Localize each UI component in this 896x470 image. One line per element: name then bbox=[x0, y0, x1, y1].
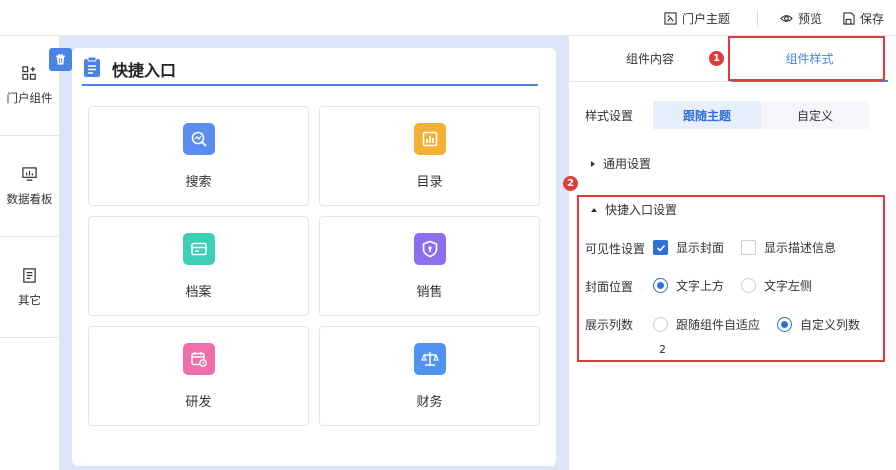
components-icon bbox=[22, 66, 36, 80]
checkbox-unchecked-icon bbox=[741, 240, 756, 255]
auto-fit-columns-radio[interactable]: 跟随组件自适应 bbox=[653, 316, 760, 333]
nav-label: 门户组件 bbox=[6, 91, 53, 105]
visibility-label: 可见性设置 bbox=[585, 242, 646, 256]
bar-chart-icon bbox=[414, 123, 446, 155]
radio-label: 文字上方 bbox=[676, 279, 725, 293]
theme-icon bbox=[664, 11, 677, 25]
cover-left-of-text-radio[interactable]: 文字左侧 bbox=[741, 277, 812, 294]
style-mode-switch: 跟随主题 自定义 bbox=[653, 101, 869, 129]
portal-theme-button[interactable]: 门户主题 bbox=[664, 9, 730, 27]
custom-columns-radio[interactable]: 自定义列数 bbox=[777, 316, 860, 333]
tile-label: 财务 bbox=[416, 395, 443, 410]
caret-down-icon bbox=[591, 207, 597, 212]
quick-entry-tile[interactable]: 销售 bbox=[319, 216, 540, 316]
radio-unselected-icon bbox=[741, 278, 756, 293]
radio-label: 文字左侧 bbox=[764, 279, 813, 293]
section-label: 通用设置 bbox=[603, 157, 652, 171]
tile-label: 档案 bbox=[185, 285, 212, 300]
dashboard-icon bbox=[22, 167, 37, 181]
tile-label: 销售 bbox=[416, 285, 443, 300]
left-navigation: 门户组件 数据看板 其它 bbox=[0, 36, 60, 470]
quick-entry-tile[interactable]: 档案 bbox=[88, 216, 309, 316]
nav-label: 其它 bbox=[18, 293, 41, 307]
trash-icon bbox=[55, 54, 66, 65]
nav-item-other[interactable]: 其它 bbox=[0, 238, 59, 338]
radio-unselected-icon bbox=[653, 317, 668, 332]
document-icon bbox=[23, 268, 36, 283]
follow-theme-option[interactable]: 跟随主题 bbox=[653, 101, 761, 129]
show-cover-checkbox[interactable]: 显示封面 bbox=[653, 239, 724, 256]
step-badge-1: 1 bbox=[709, 51, 724, 66]
nav-item-data-dashboard[interactable]: 数据看板 bbox=[0, 137, 59, 237]
radio-selected-icon bbox=[777, 317, 792, 332]
preview-label: 预览 bbox=[798, 11, 823, 26]
delete-widget-button[interactable] bbox=[49, 48, 72, 71]
clipboard-icon bbox=[84, 56, 100, 77]
section-label: 快捷入口设置 bbox=[605, 203, 678, 217]
calendar-clock-icon bbox=[183, 343, 215, 375]
widget-title: 快捷入口 bbox=[112, 61, 177, 80]
save-button[interactable]: 保存 bbox=[842, 9, 884, 27]
tab-component-style[interactable]: 组件样式 bbox=[731, 36, 888, 82]
top-toolbar: 门户主题 预览 保存 bbox=[0, 0, 896, 36]
quick-entry-tile[interactable]: 财务 bbox=[319, 326, 540, 426]
tile-label: 搜索 bbox=[185, 175, 212, 190]
toolbar-divider bbox=[757, 10, 758, 26]
tile-label: 目录 bbox=[416, 175, 443, 190]
nav-label: 数据看板 bbox=[6, 192, 53, 206]
radio-selected-icon bbox=[653, 278, 668, 293]
column-count-value[interactable]: 2 bbox=[659, 343, 666, 356]
search-chart-icon bbox=[183, 123, 215, 155]
preview-button[interactable]: 预览 bbox=[780, 9, 822, 27]
save-icon bbox=[843, 11, 855, 25]
quick-entry-tile[interactable]: 研发 bbox=[88, 326, 309, 426]
quick-entry-widget[interactable]: 快捷入口 搜索 目录 档案 销售 研发 财务 bbox=[72, 48, 556, 466]
radio-label: 跟随组件自适应 bbox=[676, 318, 761, 332]
archive-card-icon bbox=[183, 233, 215, 265]
show-cover-label: 显示封面 bbox=[676, 241, 725, 255]
tab-component-content[interactable]: 组件内容 bbox=[569, 36, 731, 82]
eye-icon bbox=[780, 14, 793, 22]
portal-theme-label: 门户主题 bbox=[682, 11, 731, 26]
radio-label: 自定义列数 bbox=[800, 318, 861, 332]
widget-header: 快捷入口 bbox=[82, 48, 538, 86]
quick-entry-tile[interactable]: 搜索 bbox=[88, 106, 309, 206]
tile-label: 研发 bbox=[185, 395, 212, 410]
checkbox-checked-icon bbox=[653, 240, 668, 255]
cover-position-label: 封面位置 bbox=[585, 280, 634, 294]
step-badge-2: 2 bbox=[563, 176, 578, 191]
quick-entry-settings-toggle[interactable]: 快捷入口设置 bbox=[591, 201, 677, 218]
balance-scale-icon bbox=[414, 343, 446, 375]
cover-above-text-radio[interactable]: 文字上方 bbox=[653, 277, 724, 294]
custom-style-option[interactable]: 自定义 bbox=[761, 101, 869, 129]
show-description-label: 显示描述信息 bbox=[764, 241, 837, 255]
style-setting-label: 样式设置 bbox=[585, 109, 634, 123]
shield-icon bbox=[414, 233, 446, 265]
column-count-label: 展示列数 bbox=[585, 318, 634, 332]
quick-entry-tile[interactable]: 目录 bbox=[319, 106, 540, 206]
general-settings-toggle[interactable]: 通用设置 bbox=[591, 155, 651, 172]
caret-right-icon bbox=[591, 160, 595, 167]
save-label: 保存 bbox=[860, 11, 885, 26]
properties-panel: 组件内容 组件样式 样式设置 跟随主题 自定义 通用设置 快捷入口设置 可见性设… bbox=[568, 36, 896, 470]
show-description-checkbox[interactable]: 显示描述信息 bbox=[741, 239, 836, 256]
